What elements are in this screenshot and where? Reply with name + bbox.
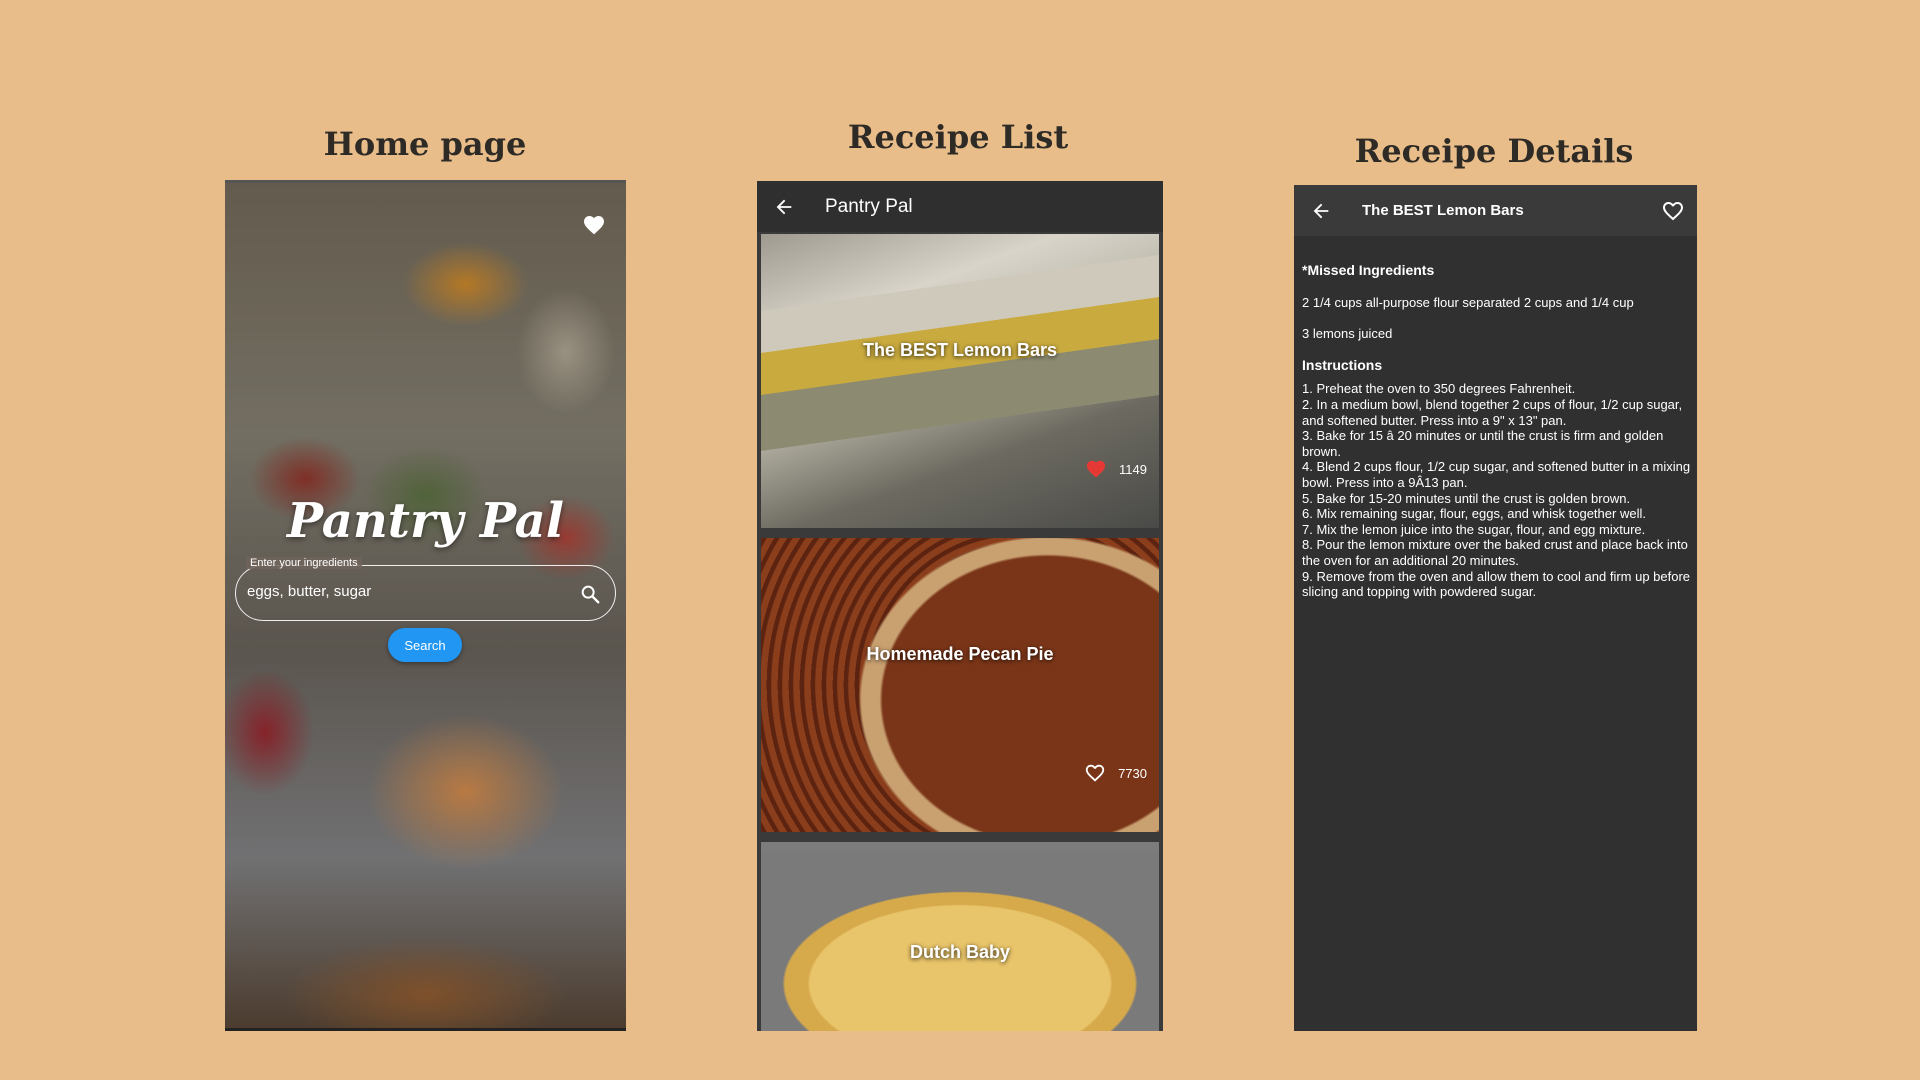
search-button[interactable]: Search — [388, 628, 462, 662]
missed-ingredients-heading: *Missed Ingredients — [1302, 262, 1435, 278]
instruction-step: 3. Bake for 15 â 20 minutes or until the… — [1302, 428, 1664, 459]
recipe-title: Homemade Pecan Pie — [866, 644, 1054, 664]
heart-filled-icon[interactable] — [1085, 458, 1107, 480]
app-bar-title: The BEST Lemon Bars — [1362, 202, 1524, 219]
missed-ingredient: 2 1/4 cups all-purpose flour separated 2… — [1302, 294, 1634, 310]
home-page-caption: Home page — [323, 125, 527, 163]
instruction-step: 9. Remove from the oven and allow them t… — [1302, 568, 1691, 600]
recipe-details-caption: Receipe Details — [1354, 132, 1634, 170]
instruction-step: 1. Preheat the oven to 350 degrees Fahre… — [1302, 381, 1576, 397]
app-bar: The BEST Lemon Bars — [1294, 185, 1697, 236]
heart-outline-icon[interactable] — [1661, 199, 1685, 223]
recipe-card[interactable]: Dutch Baby — [761, 842, 1159, 1031]
like-counter: 1149 — [1085, 458, 1147, 480]
recipe-card[interactable]: Homemade Pecan Pie 7730 — [761, 538, 1159, 832]
recipe-title: The BEST Lemon Bars — [862, 340, 1058, 360]
arrow-back-icon[interactable] — [1310, 200, 1332, 222]
app-bar-title: Pantry Pal — [825, 195, 913, 217]
instruction-step: 8. Pour the lemon mixture over the baked… — [1302, 537, 1688, 568]
like-counter: 7730 — [1084, 762, 1147, 784]
recipe-details-screen: The BEST Lemon Bars *Missed Ingredients … — [1294, 185, 1697, 1031]
instruction-step: 6. Mix remaining sugar, flour, eggs, and… — [1302, 506, 1646, 522]
recipe-title: Dutch Baby — [909, 942, 1010, 962]
instruction-step: 2. In a medium bowl, blend together 2 cu… — [1302, 396, 1683, 428]
recipe-details-body: *Missed Ingredients 2 1/4 cups all-purpo… — [1302, 262, 1697, 600]
recipe-list-screen: Pantry Pal The BEST Lemon Bars 1149 Home… — [757, 181, 1163, 1031]
heart-icon[interactable] — [582, 213, 606, 237]
instruction-step: 5. Bake for 15-20 minutes until the crus… — [1302, 490, 1631, 506]
like-count: 1149 — [1119, 461, 1147, 477]
missed-ingredient: 3 lemons juiced — [1302, 326, 1393, 342]
home-screen: Pantry Pal Enter your ingredients eggs, … — [225, 180, 626, 1031]
ingredients-value[interactable]: eggs, butter, sugar — [247, 583, 371, 600]
search-icon[interactable] — [579, 583, 601, 605]
app-logo: Pantry Pal — [286, 493, 564, 549]
like-count: 7730 — [1118, 765, 1147, 781]
heart-outline-icon[interactable] — [1084, 762, 1106, 784]
recipe-card[interactable]: The BEST Lemon Bars 1149 — [761, 234, 1159, 528]
app-bar: Pantry Pal — [757, 181, 1163, 232]
instruction-step: 4. Blend 2 cups flour, 1/2 cup sugar, an… — [1302, 459, 1691, 490]
ingredients-input[interactable]: Enter your ingredients eggs, butter, sug… — [235, 557, 616, 621]
arrow-back-icon[interactable] — [773, 196, 795, 218]
recipe-list-caption: Receipe List — [847, 118, 1069, 156]
instructions-heading: Instructions — [1302, 356, 1383, 373]
instruction-step: 7. Mix the lemon juice into the sugar, f… — [1302, 521, 1646, 537]
ingredients-label: Enter your ingredients — [246, 557, 362, 569]
